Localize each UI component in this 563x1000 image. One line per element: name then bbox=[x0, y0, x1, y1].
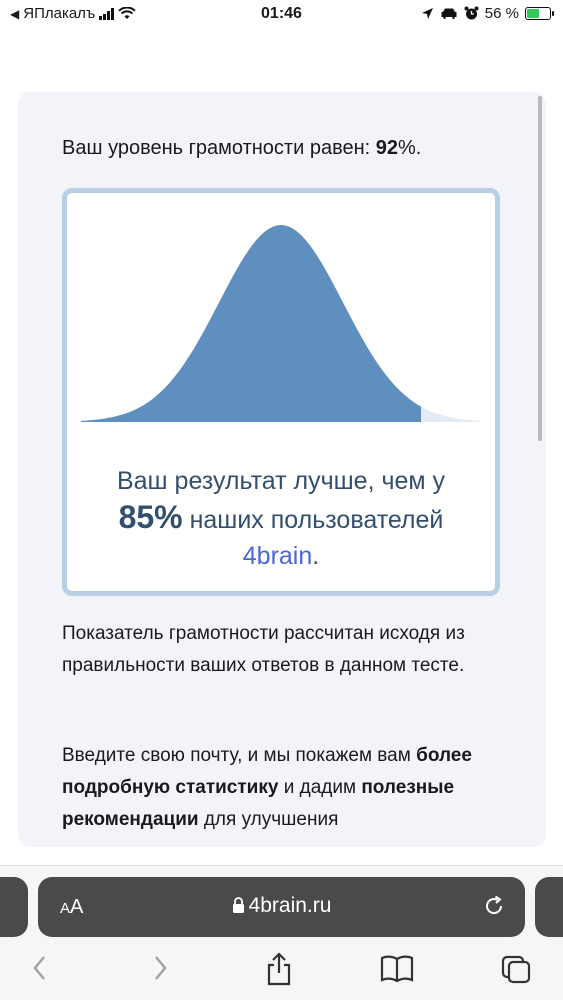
score-suffix: %. bbox=[398, 137, 422, 159]
address-bar[interactable]: AA 4brain.ru bbox=[38, 877, 525, 937]
battery-fill bbox=[527, 9, 539, 18]
status-bar: ◀ ЯПлакалъ 01:46 56 % bbox=[0, 0, 563, 30]
lock-icon bbox=[232, 897, 244, 913]
scrollbar[interactable] bbox=[538, 96, 542, 441]
location-icon bbox=[421, 8, 433, 19]
url-text: 4brain.ru bbox=[248, 894, 332, 917]
result-line2-row: 85% наших пользователей bbox=[67, 499, 495, 538]
battery-text: 56 % bbox=[484, 5, 519, 22]
email-prompt-paragraph: Введите свою почту, и мы покажем вам бол… bbox=[62, 740, 512, 836]
browser-toolbar bbox=[0, 951, 563, 999]
status-right: 56 % bbox=[421, 5, 554, 22]
distribution-curve bbox=[81, 225, 481, 422]
p2-text1: Введите свою почту, и мы покажем вам bbox=[62, 745, 417, 766]
p2-text3: для улучшения bbox=[198, 809, 339, 830]
browser-chrome: AA 4brain.ru bbox=[0, 865, 563, 1000]
result-end: . bbox=[312, 542, 320, 570]
battery-icon bbox=[525, 7, 554, 20]
car-icon bbox=[441, 8, 457, 19]
back-icon[interactable] bbox=[30, 951, 50, 985]
p2-text2: и дадим bbox=[278, 777, 362, 798]
score-prefix: Ваш уровень грамотности равен: bbox=[62, 137, 376, 159]
next-tab-preview[interactable] bbox=[535, 877, 563, 937]
score-value: 92 bbox=[375, 137, 398, 159]
result-statement: Ваш результат лучше, чем у 85% наших пол… bbox=[67, 463, 495, 574]
percentile-box: Ваш результат лучше, чем у 85% наших пол… bbox=[62, 188, 500, 596]
forward-icon[interactable] bbox=[150, 951, 170, 985]
result-card: Ваш уровень грамотности равен: 92%. Ваш … bbox=[18, 92, 546, 847]
previous-tab-preview[interactable] bbox=[0, 877, 28, 937]
literacy-score: Ваш уровень грамотности равен: 92%. bbox=[62, 137, 421, 160]
bookmarks-icon[interactable] bbox=[380, 951, 414, 985]
share-icon[interactable] bbox=[265, 951, 293, 987]
brand-link[interactable]: 4brain bbox=[243, 542, 313, 570]
explanation-paragraph: Показатель грамотности рассчитан исходя … bbox=[62, 623, 465, 676]
curve-percentile-fill bbox=[81, 225, 421, 422]
alarm-icon bbox=[464, 6, 479, 20]
result-line2: наших пользователей bbox=[182, 506, 444, 534]
result-line3-row: 4brain. bbox=[67, 538, 495, 574]
tabs-icon[interactable] bbox=[500, 951, 532, 985]
url-display[interactable]: 4brain.ru bbox=[38, 894, 525, 918]
result-line1: Ваш результат лучше, чем у bbox=[116, 467, 446, 495]
reload-icon[interactable] bbox=[481, 893, 507, 919]
result-percent: 85% bbox=[118, 499, 183, 535]
